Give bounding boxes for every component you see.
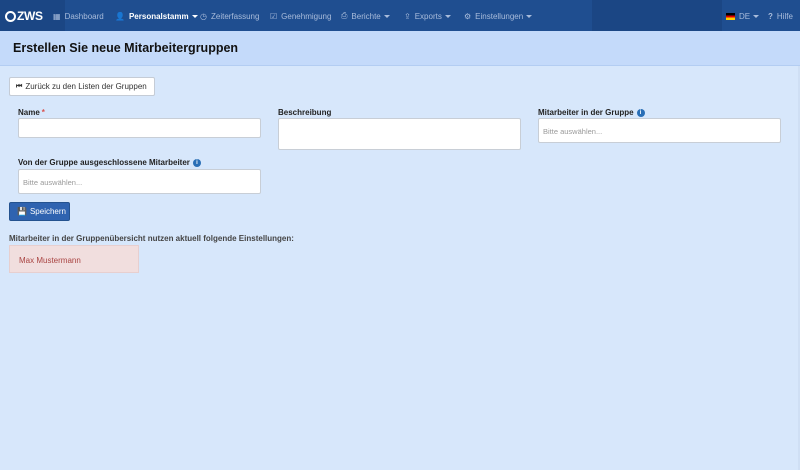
nav-exports-label: Exports (414, 11, 442, 21)
language-label: DE (739, 11, 751, 21)
nav-dashboard-label: Dashboard (64, 11, 104, 21)
gear-icon: ⚙ (464, 11, 472, 21)
save-button[interactable]: 💾 Speichern (9, 202, 70, 221)
name-label-row: Name * (18, 108, 45, 117)
user-icon: 👤 (115, 11, 125, 21)
skip-back-icon: ⏮ (16, 82, 23, 90)
chevron-down-icon (191, 14, 198, 18)
help-link[interactable]: ? Hilfe (768, 10, 793, 22)
excluded-label: Von der Gruppe ausgeschlossene Mitarbeit… (18, 158, 190, 167)
member-alert: Max Mustermann (9, 245, 139, 273)
members-label-row: Mitarbeiter in der Gruppe i (538, 108, 645, 117)
alert-member-name: Max Mustermann (19, 256, 81, 265)
top-navbar: ZWS ▦ Dashboard 👤 Personalstamm ◷ Zeiter… (0, 0, 800, 31)
description-textarea[interactable] (278, 118, 521, 150)
question-icon: ? (768, 11, 773, 21)
nav-dashboard[interactable]: ▦ Dashboard (53, 10, 104, 22)
info-icon[interactable]: i (636, 108, 645, 117)
members-label: Mitarbeiter in der Gruppe (538, 108, 634, 117)
logo-ring-icon (5, 10, 16, 22)
nav-genehmigung-label: Genehmigung (281, 11, 332, 21)
navbar-spacer (592, 0, 722, 31)
members-select[interactable]: Bitte auswählen... (538, 118, 781, 143)
chevron-down-icon (383, 14, 390, 18)
chevron-down-icon (753, 14, 760, 18)
clock-icon: ◷ (200, 11, 207, 21)
required-marker: * (41, 108, 45, 117)
page-header: Erstellen Sie neue Mitarbeitergruppen (0, 31, 800, 66)
brand-text: ZWS (17, 9, 43, 23)
export-icon: ⇪ (404, 11, 411, 21)
name-input[interactable] (18, 118, 261, 138)
nav-einstellungen[interactable]: ⚙ Einstellungen (464, 10, 533, 22)
page-title: Erstellen Sie neue Mitarbeitergruppen (13, 41, 239, 55)
nav-genehmigung[interactable]: ☑ Genehmigung (270, 10, 331, 22)
check-icon: ☑ (270, 11, 278, 21)
name-label: Name (18, 108, 40, 117)
help-label: Hilfe (776, 11, 793, 21)
nav-personalstamm-label: Personalstamm (128, 11, 189, 21)
language-selector[interactable]: DE (726, 10, 760, 22)
floppy-disk-icon: 💾 (17, 207, 27, 216)
overview-text: Mitarbeiter in der Gruppenübersicht nutz… (9, 234, 294, 243)
save-button-label: Speichern (29, 207, 66, 216)
nav-exports[interactable]: ⇪ Exports (404, 10, 451, 22)
excluded-select[interactable]: Bitte auswählen... (18, 169, 261, 194)
brand-logo[interactable]: ZWS (5, 8, 43, 24)
description-label-row: Beschreibung (278, 108, 331, 117)
nav-personalstamm[interactable]: 👤 Personalstamm (115, 10, 198, 22)
info-icon[interactable]: i (192, 158, 201, 167)
nav-zeiterfassung-label: Zeiterfassung (210, 11, 260, 21)
back-to-groups-button[interactable]: ⏮ Zurück zu den Listen der Gruppen (9, 77, 155, 96)
nav-zeiterfassung[interactable]: ◷ Zeiterfassung (200, 10, 259, 22)
nav-berichte-label: Berichte (351, 11, 381, 21)
nav-einstellungen-label: Einstellungen (475, 11, 524, 21)
grid-icon: ▦ (53, 11, 61, 21)
description-label: Beschreibung (278, 108, 332, 117)
chevron-down-icon (444, 14, 451, 18)
nav-berichte[interactable]: ⎙ Berichte (341, 10, 390, 22)
print-icon: ⎙ (341, 11, 348, 20)
excluded-label-row: Von der Gruppe ausgeschlossene Mitarbeit… (18, 158, 201, 167)
germany-flag-icon (726, 12, 735, 20)
chevron-down-icon (526, 14, 533, 18)
back-button-label: Zurück zu den Listen der Gruppen (25, 82, 147, 91)
